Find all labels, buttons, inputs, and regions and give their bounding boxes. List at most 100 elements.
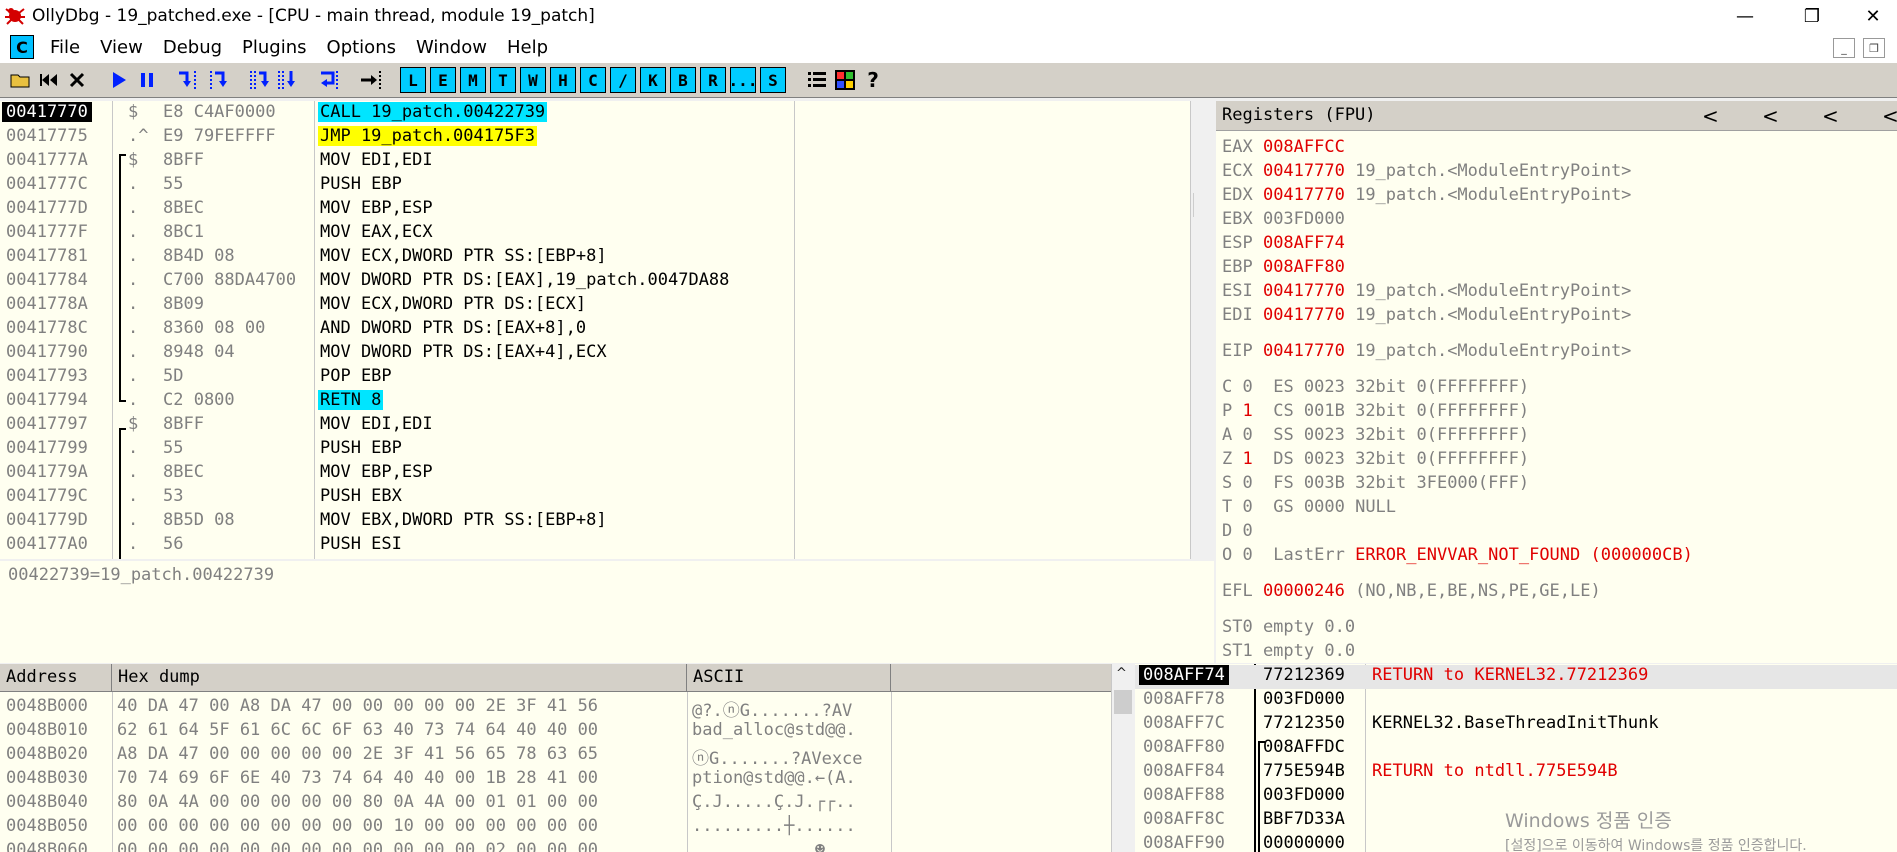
register-eax[interactable]: EAX 008AFFCC	[1222, 137, 1345, 161]
flag-o[interactable]: O 0 LastErr ERROR_ENVVAR_NOT_FOUND (0000…	[1222, 545, 1693, 569]
register-esi[interactable]: ESI 00417770 19_patch.<ModuleEntryPoint>	[1222, 281, 1631, 305]
memory-map-button[interactable]: M	[460, 67, 486, 93]
menu-view[interactable]: View	[90, 37, 153, 58]
registers-arrow-icon[interactable]: <	[1882, 104, 1897, 128]
flag-p[interactable]: P 1 CS 001B 32bit 0(FFFFFFFF)	[1222, 401, 1529, 425]
dump-scrollbar[interactable]: ^	[1111, 664, 1133, 852]
go-to-origin-icon[interactable]	[358, 67, 384, 93]
executable-modules-button[interactable]: E	[430, 67, 456, 93]
menu-window[interactable]: Window	[406, 37, 497, 58]
close-button[interactable]: ✕	[1849, 0, 1897, 32]
disasm-row[interactable]: 00417781. 8B4D 08 MOV ECX,DWORD PTR SS:[EB…	[0, 246, 1194, 270]
stack-row[interactable]: 008AFF74 77212369 RETURN to KERNEL32.77212…	[1135, 665, 1897, 689]
flag-s[interactable]: S 0 FS 003B 32bit 3FE000(FFF)	[1222, 473, 1529, 497]
restart-icon[interactable]	[36, 67, 62, 93]
register-ecx[interactable]: ECX 00417770 19_patch.<ModuleEntryPoint>	[1222, 161, 1631, 185]
appearance-icon[interactable]	[832, 67, 858, 93]
log-window-button[interactable]: L	[400, 67, 426, 93]
disasm-row[interactable]: 00417793. 5D POP EBP	[0, 366, 1194, 390]
cpu-button[interactable]: C	[580, 67, 606, 93]
registers-arrow-icon[interactable]: <	[1822, 104, 1839, 128]
run-icon[interactable]	[106, 67, 132, 93]
disasm-row[interactable]: 00417799. 55 PUSH EBP	[0, 438, 1194, 462]
disasm-row[interactable]: 00417775 .^ E9 79FEFFFF JMP 19_patch.004175…	[0, 126, 1194, 150]
stack-row[interactable]: 008AFF84 775E594B RETURN to ntdll.775E594B	[1135, 761, 1897, 785]
disasm-row[interactable]: 004177A0. 56 PUSH ESI	[0, 534, 1194, 558]
register-edx[interactable]: EDX 00417770 19_patch.<ModuleEntryPoint>	[1222, 185, 1631, 209]
registers-arrow-icon[interactable]: <	[1702, 104, 1719, 128]
registers-header[interactable]: Registers (FPU) < < < <	[1216, 101, 1897, 131]
stack-row[interactable]: 008AFF80 008AFFDC	[1135, 737, 1897, 761]
minimize-button[interactable]: —	[1715, 0, 1775, 32]
source-button[interactable]: S	[760, 67, 786, 93]
hex-dump-pane[interactable]: Address Hex dump ASCII 0048B000 40 DA 47 …	[0, 664, 1133, 852]
register-eip[interactable]: EIP 00417770 19_patch.<ModuleEntryPoint>	[1222, 341, 1631, 365]
open-icon[interactable]	[8, 67, 34, 93]
flag-z[interactable]: Z 1 DS 0023 32bit 0(FFFFFFFF)	[1222, 449, 1529, 473]
scroll-up-icon[interactable]: ^	[1116, 666, 1127, 681]
disasm-row[interactable]: 0041778A. 8B09 MOV ECX,DWORD PTR DS:[ECX]	[0, 294, 1194, 318]
flag-c[interactable]: C 0 ES 0023 32bit 0(FFFFFFFF)	[1222, 377, 1529, 401]
stack-row[interactable]: 008AFF78 003FD000	[1135, 689, 1897, 713]
disassembly-pane[interactable]: 00417770 $ E8 C4AF0000 CALL 19_patch.004227…	[0, 101, 1194, 559]
disasm-row[interactable]: 0041777C. 55 PUSH EBP	[0, 174, 1194, 198]
trace-into-icon[interactable]	[246, 67, 272, 93]
dump-header-hex[interactable]: Hex dump	[112, 664, 687, 692]
disasm-row[interactable]: 00417770 $ E8 C4AF0000 CALL 19_patch.004227…	[0, 102, 1194, 126]
menu-plugins[interactable]: Plugins	[232, 37, 316, 58]
disasm-row[interactable]: 0041778C. 8360 08 00 AND DWORD PTR DS:[EAX…	[0, 318, 1194, 342]
scroll-thumb[interactable]	[1193, 193, 1194, 217]
register-ebp[interactable]: EBP 008AFF80	[1222, 257, 1345, 281]
disasm-row[interactable]: 0041777F. 8BC1 MOV EAX,ECX	[0, 222, 1194, 246]
breakpoints-button[interactable]: B	[670, 67, 696, 93]
trace-over-icon[interactable]	[274, 67, 300, 93]
disasm-row[interactable]: 0041777D. 8BEC MOV EBP,ESP	[0, 198, 1194, 222]
step-over-icon[interactable]	[204, 67, 230, 93]
dump-header-ascii[interactable]: ASCII	[687, 664, 891, 692]
help-button[interactable]: ?	[860, 67, 886, 93]
fpu-register-row[interactable]: ST0 empty 0.0	[1222, 617, 1355, 641]
patches-button[interactable]: /	[610, 67, 636, 93]
register-edi[interactable]: EDI 00417770 19_patch.<ModuleEntryPoint>	[1222, 305, 1631, 329]
close-program-icon[interactable]	[64, 67, 90, 93]
menu-options[interactable]: Options	[317, 37, 406, 58]
run-trace-button[interactable]: ...	[729, 67, 757, 93]
disasm-row[interactable]: 0041779D. 8B5D 08 MOV EBX,DWORD PTR SS:[EB…	[0, 510, 1194, 534]
dump-header-address[interactable]: Address	[0, 664, 112, 692]
disasm-row[interactable]: 0041779C. 53 PUSH EBX	[0, 486, 1194, 510]
disasm-row[interactable]: 0041777A $8BFF MOV EDI,EDI	[0, 150, 1194, 174]
registers-pane[interactable]: Registers (FPU) < < < < EAX 008AFFCC ECX …	[1216, 101, 1897, 663]
threads-button[interactable]: T	[490, 67, 516, 93]
menu-file[interactable]: File	[40, 37, 90, 58]
menu-help[interactable]: Help	[497, 37, 558, 58]
register-esp[interactable]: ESP 008AFF74	[1222, 233, 1345, 257]
pause-icon[interactable]	[134, 67, 160, 93]
stack-row[interactable]: 008AFF7C 77212350 KERNEL32.BaseThreadInitT…	[1135, 713, 1897, 737]
cpu-window-icon[interactable]: C	[10, 35, 34, 59]
list-icon[interactable]	[804, 67, 830, 93]
disasm-row[interactable]: 00417790. 8948 04 MOV DWORD PTR DS:[EAX+4]…	[0, 342, 1194, 366]
call-stack-button[interactable]: K	[640, 67, 666, 93]
step-into-icon[interactable]	[176, 67, 202, 93]
windows-button[interactable]: W	[520, 67, 546, 93]
scroll-thumb[interactable]	[1114, 690, 1132, 714]
disasm-row[interactable]: 0041779A. 8BEC MOV EBP,ESP	[0, 462, 1194, 486]
register-efl[interactable]: EFL 00000246 (NO,NB,E,BE,NS,PE,GE,LE)	[1222, 581, 1601, 605]
mdi-restore-button[interactable]: ❐	[1863, 38, 1885, 58]
disasm-row[interactable]: 00417794. C2 0800 RETN 8	[0, 390, 1194, 414]
restore-button[interactable]: ❐	[1782, 0, 1842, 32]
execute-till-return-icon[interactable]	[316, 67, 342, 93]
menu-debug[interactable]: Debug	[153, 37, 232, 58]
flag-a[interactable]: A 0 SS 0023 32bit 0(FFFFFFFF)	[1222, 425, 1529, 449]
handles-button[interactable]: H	[550, 67, 576, 93]
mdi-minimize-button[interactable]: _	[1833, 38, 1855, 58]
disasm-row[interactable]: 00417797 $8BFF MOV EDI,EDI	[0, 414, 1194, 438]
registers-arrow-icon[interactable]: <	[1762, 104, 1779, 128]
register-ebx[interactable]: EBX 003FD000	[1222, 209, 1345, 233]
fpu-register-row[interactable]: ST1 empty 0.0	[1222, 641, 1355, 663]
flag-d[interactable]: D 0	[1222, 521, 1253, 545]
disassembly-scrollbar[interactable]: ^ v	[1190, 101, 1194, 559]
disasm-row[interactable]: 00417784. C700 88DA4700 MOV DWORD PTR DS:[…	[0, 270, 1194, 294]
references-button[interactable]: R	[700, 67, 726, 93]
flag-t[interactable]: T 0 GS 0000 NULL	[1222, 497, 1396, 521]
